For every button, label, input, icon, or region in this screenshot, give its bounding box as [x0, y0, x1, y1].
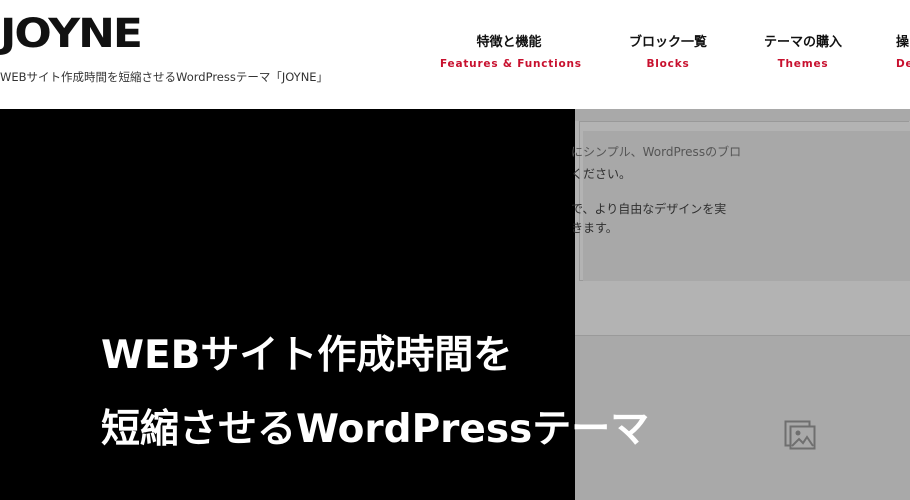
- nav-label-en: Features & Functions: [440, 58, 582, 70]
- hero-title-line: 短縮させるWordPressテーマ: [101, 407, 650, 452]
- screenshot-text: にシンプル、WordPressのブロ: [571, 145, 742, 159]
- nav-label-en: Themes: [777, 58, 829, 70]
- screenshot-text: ください。: [571, 167, 632, 181]
- nav-label-en: Blocks: [646, 58, 690, 70]
- nav-label-ja: ブロック一覧: [628, 35, 707, 50]
- screenshot-text: きます。: [571, 221, 618, 235]
- image-placeholder-icon: [784, 420, 816, 450]
- hero-section: にシンプル、WordPressのブロ ください。 で、より自由なデザインを実 き…: [0, 109, 910, 500]
- nav-label-en: De: [896, 58, 910, 70]
- main-nav: 特徴と機能 Features & Functions ブロック一覧 Blocks…: [0, 0, 910, 109]
- nav-label-ja: テーマの購入: [763, 35, 842, 50]
- nav-item-themes[interactable]: テーマの購入 Themes: [756, 34, 850, 71]
- nav-label-ja: 操: [896, 35, 910, 50]
- nav-item-blocks[interactable]: ブロック一覧 Blocks: [618, 34, 718, 71]
- hero-title-line: WEBサイト作成時間を: [101, 333, 513, 378]
- site-header: JOYNE WEBサイト作成時間を短縮させるWordPressテーマ「JOYNE…: [0, 0, 910, 109]
- hero-title: WEBサイト作成時間を 短縮させるWordPressテーマ: [101, 330, 649, 456]
- nav-item-features[interactable]: 特徴と機能 Features & Functions: [440, 34, 582, 71]
- nav-label-ja: 特徴と機能: [476, 35, 542, 50]
- screenshot-text: で、より自由なデザインを実: [571, 202, 727, 216]
- nav-item-demo[interactable]: 操 De: [896, 34, 910, 71]
